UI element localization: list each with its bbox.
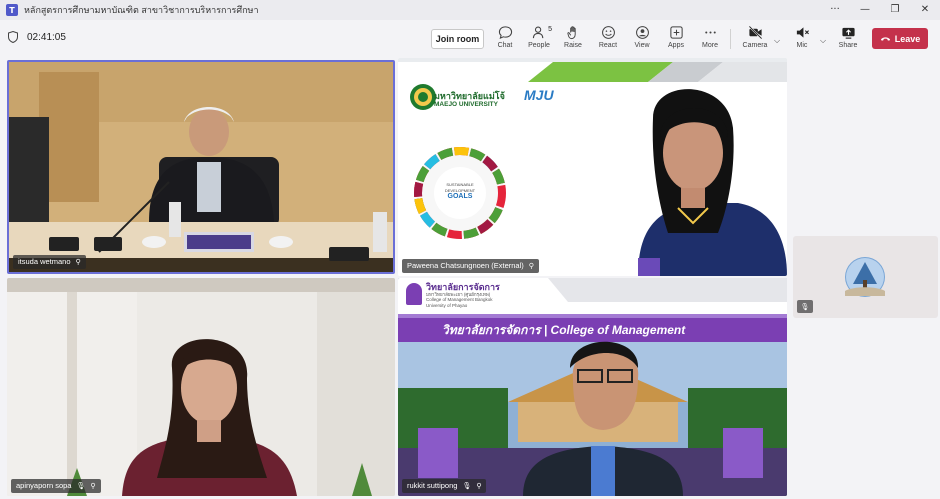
window-title: หลักสูตรการศึกษามหาบัณฑิต สาขาวิชาการบริ… (24, 5, 259, 15)
apps-button[interactable]: Apps (659, 25, 693, 55)
mic-off-icon (796, 27, 809, 38)
participant-video-tile[interactable]: apinyaporn sopa 🎙 ⚲ (7, 278, 395, 496)
view-icon (635, 26, 649, 39)
apps-icon (669, 26, 683, 39)
mic-label: Mic (796, 42, 808, 49)
people-icon (532, 26, 543, 39)
pin-icon[interactable]: ⚲ (76, 255, 81, 269)
shield-icon (8, 31, 18, 43)
more-label: More (702, 42, 718, 49)
view-label: View (634, 42, 650, 49)
apps-label: Apps (668, 42, 684, 49)
react-label: React (598, 42, 618, 49)
mic-options-chevron-icon[interactable]: ⌵ (820, 36, 826, 46)
avatar (845, 257, 885, 297)
participant-name-label: rukkit suttipong 🎙 ⚲ (402, 479, 487, 493)
participant-video-tile[interactable]: itsuda wetmano ⚲ (7, 60, 395, 274)
react-button[interactable]: React (591, 25, 625, 55)
maejo-english-name: MAEJO UNIVERSITY (434, 101, 498, 108)
camera-off-icon (748, 25, 762, 40)
college-banner-text: วิทยาลัยการจัดการ | College of Managemen… (442, 323, 686, 337)
share-button[interactable]: Share (831, 25, 865, 55)
participant-name-label: apinyaporn sopa 🎙 ⚲ (11, 479, 101, 493)
sdg-line3: GOALS (447, 193, 473, 200)
share-screen-icon (841, 27, 855, 39)
participant-avatar-tile[interactable]: 🎙 (793, 236, 938, 318)
college-presenter-video (398, 278, 787, 496)
office-video (7, 278, 395, 496)
college-logo-icon (406, 283, 422, 305)
pin-icon[interactable]: ⚲ (90, 479, 95, 493)
pin-icon[interactable]: ⚲ (529, 259, 534, 273)
camera-options-chevron-icon[interactable]: ⌵ (774, 36, 780, 46)
sdg-wheel-label: SUSTAINABLE DEVELOPMENT GOALS (440, 182, 480, 200)
participant-name: itsuda wetmano (18, 257, 71, 266)
toolbar-divider (730, 29, 731, 49)
participant-name: rukkit suttipong (407, 481, 458, 490)
timer-text: 02:41:05 (27, 31, 66, 43)
meeting-timer: 02:41:05 (8, 31, 66, 43)
mju-logo-text: MJU (524, 87, 554, 103)
mic-icon: 🎙 (462, 482, 472, 490)
pin-icon[interactable]: ⚲ (476, 479, 481, 493)
meeting-toolbar: 02:41:05 Join room Chat 5 People Raise R… (0, 20, 940, 58)
camera-label: Camera (742, 42, 768, 49)
raise-hand-icon (566, 26, 576, 40)
participant-name-label: itsuda wetmano ⚲ (13, 255, 86, 269)
mic-button[interactable]: Mic (785, 25, 819, 55)
view-button[interactable]: View (625, 25, 659, 55)
participant-name-label: Paweena Chatsungnoen (External) ⚲ (402, 259, 539, 273)
smiley-icon (601, 26, 615, 39)
join-room-button[interactable]: Join room (431, 29, 484, 49)
college-university-name: University of Phayao (426, 303, 468, 308)
mic-icon: 🎙 (76, 482, 86, 490)
hang-up-icon (880, 37, 890, 41)
raise-label: Raise (564, 42, 582, 49)
people-count: 5 (548, 26, 552, 33)
chat-label: Chat (497, 42, 513, 49)
more-options-icon[interactable]: ··· (820, 0, 850, 20)
people-button[interactable]: 5 People (522, 25, 556, 55)
window-controls: ··· — ❐ ✕ (820, 0, 940, 20)
participant-name: apinyaporn sopa (16, 481, 72, 490)
more-button[interactable]: More (693, 25, 727, 55)
chat-button[interactable]: Chat (488, 25, 522, 55)
maximize-button[interactable]: ❐ (880, 0, 910, 20)
close-window-button[interactable]: ✕ (910, 0, 940, 20)
leave-button[interactable]: Leave (872, 28, 928, 49)
more-dots-icon (704, 31, 716, 34)
raise-hand-button[interactable]: Raise (556, 25, 590, 55)
college-english-name: College of Management Bangkok (426, 297, 493, 302)
minimize-button[interactable]: — (850, 0, 880, 20)
muted-mic-icon: 🎙 (797, 300, 813, 313)
people-label: People (528, 42, 550, 49)
meeting-room-video (9, 62, 393, 272)
camera-button[interactable]: Camera (738, 25, 772, 55)
participant-video-tile[interactable]: วิทยาลัยการจัดการ มหาวิทยาลัยพะเยา (ศูนย… (398, 278, 787, 496)
leave-label: Leave (894, 33, 921, 44)
teams-logo-icon: T (6, 4, 18, 16)
chat-icon (498, 26, 512, 40)
share-label: Share (838, 42, 858, 49)
participant-video-tile[interactable]: มหาวิทยาลัยแม่โจ้ MAEJO UNIVERSITY MJU S… (398, 58, 787, 276)
window-titlebar: T หลักสูตรการศึกษามหาบัณฑิต สาขาวิชาการบ… (0, 0, 940, 20)
participant-name: Paweena Chatsungnoen (External) (407, 261, 524, 270)
